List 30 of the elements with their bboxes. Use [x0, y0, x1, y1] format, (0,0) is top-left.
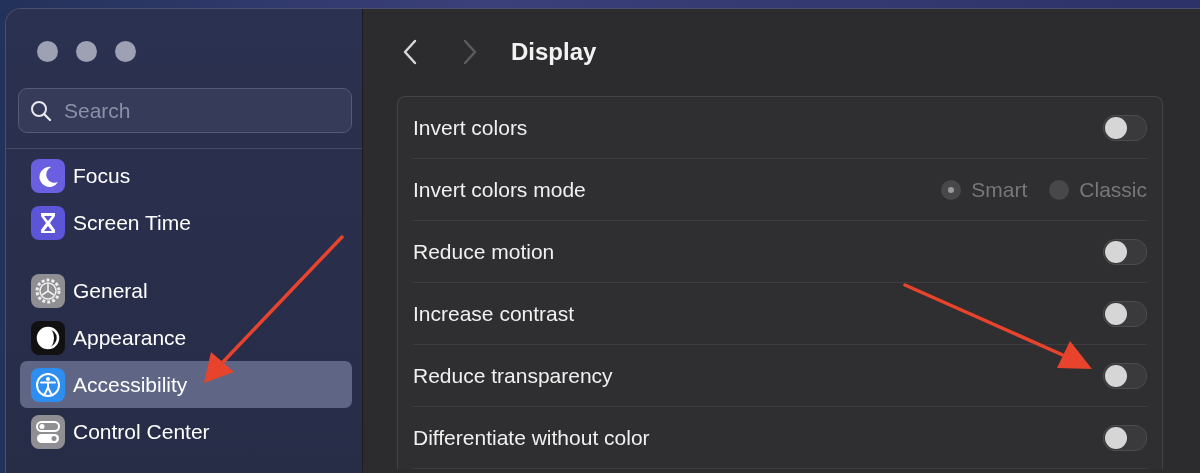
setting-label: Invert colors — [413, 115, 528, 140]
page-title: Display — [511, 38, 597, 66]
setting-label: Invert colors mode — [413, 177, 586, 202]
radio-label: Classic — [1079, 177, 1147, 202]
hourglass-icon — [31, 205, 65, 240]
setting-label: Reduce transparency — [413, 363, 613, 388]
sidebar-item[interactable]: General — [20, 267, 352, 314]
gear-icon — [31, 273, 65, 308]
setting-label: Differentiate without color — [413, 425, 650, 450]
toggle-switch[interactable] — [1103, 362, 1147, 389]
sidebar-item[interactable]: Accessibility — [20, 361, 352, 408]
sidebar-item[interactable]: Appearance — [20, 314, 352, 361]
toggle-switch[interactable] — [1103, 424, 1147, 451]
sidebar-item[interactable]: Control Center — [20, 408, 352, 455]
back-button[interactable] — [402, 39, 418, 65]
toggle-switch[interactable] — [1103, 300, 1147, 327]
window-control[interactable] — [37, 41, 58, 62]
moon-icon — [31, 158, 65, 193]
search-field[interactable]: Search — [18, 88, 352, 133]
person-icon — [31, 367, 65, 402]
sidebar-item[interactable]: Focus — [20, 152, 352, 199]
toggle-switch[interactable] — [1103, 238, 1147, 265]
sidebar-item[interactable]: Screen Time — [20, 199, 352, 246]
window-control[interactable] — [115, 41, 136, 62]
toggle-switch[interactable] — [1103, 114, 1147, 141]
window-control[interactable] — [76, 41, 97, 62]
radio-label: Smart — [971, 177, 1028, 202]
toggles-icon — [31, 414, 65, 449]
setting-label: Reduce motion — [413, 239, 555, 264]
setting-label: Increase contrast — [413, 301, 575, 326]
